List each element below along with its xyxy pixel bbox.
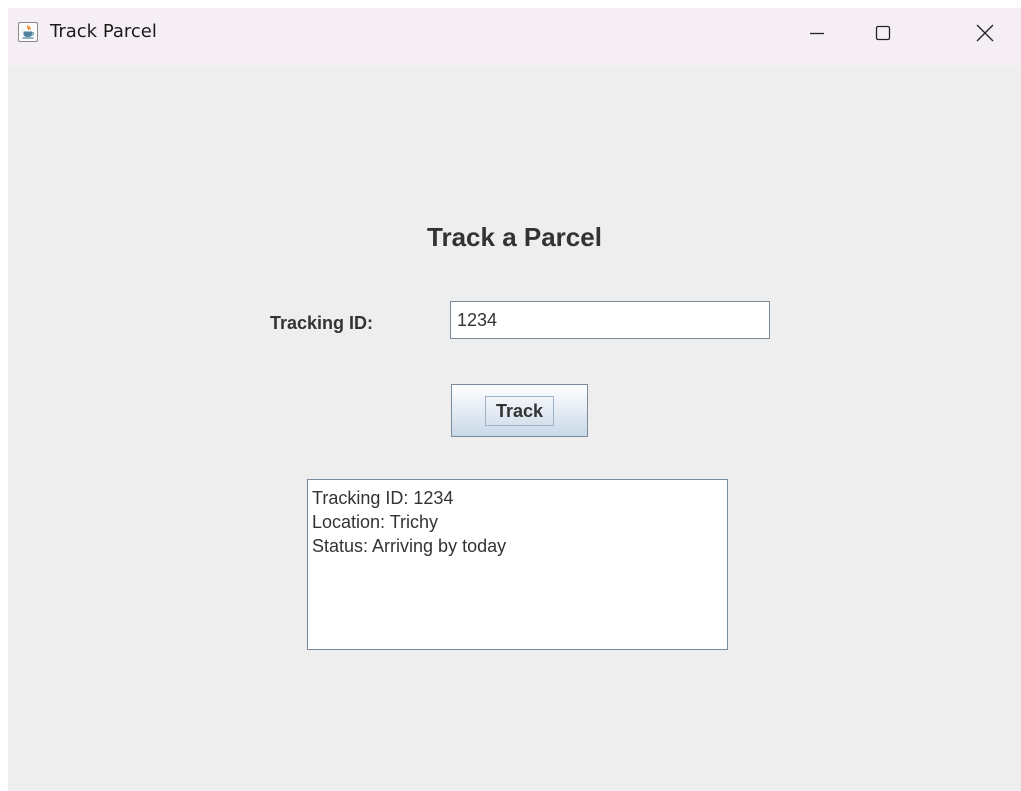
java-coffee-cup-icon xyxy=(18,22,38,42)
app-window: Track Parcel Track a Parcel Tracking ID:… xyxy=(8,8,1021,791)
result-line-tracking-id: Tracking ID: 1234 xyxy=(312,488,454,508)
result-text-area[interactable]: Tracking ID: 1234 Location: Trichy Statu… xyxy=(307,479,728,650)
tracking-id-label: Tracking ID: xyxy=(270,313,374,333)
track-button-label: Track xyxy=(485,396,554,426)
minimize-button[interactable] xyxy=(784,8,850,58)
result-line-status: Status: Arriving by today xyxy=(312,536,507,556)
title-bar[interactable]: Track Parcel xyxy=(8,8,1021,66)
maximize-icon xyxy=(875,25,891,41)
minimize-icon xyxy=(810,32,824,35)
close-button[interactable] xyxy=(952,8,1018,58)
tracking-id-input[interactable] xyxy=(450,301,770,339)
maximize-button[interactable] xyxy=(850,8,916,58)
page-title: Track a Parcel xyxy=(427,222,602,252)
result-line-location: Location: Trichy xyxy=(312,512,439,532)
close-icon xyxy=(976,24,994,42)
track-button[interactable]: Track xyxy=(451,384,588,437)
window-title: Track Parcel xyxy=(50,21,157,42)
